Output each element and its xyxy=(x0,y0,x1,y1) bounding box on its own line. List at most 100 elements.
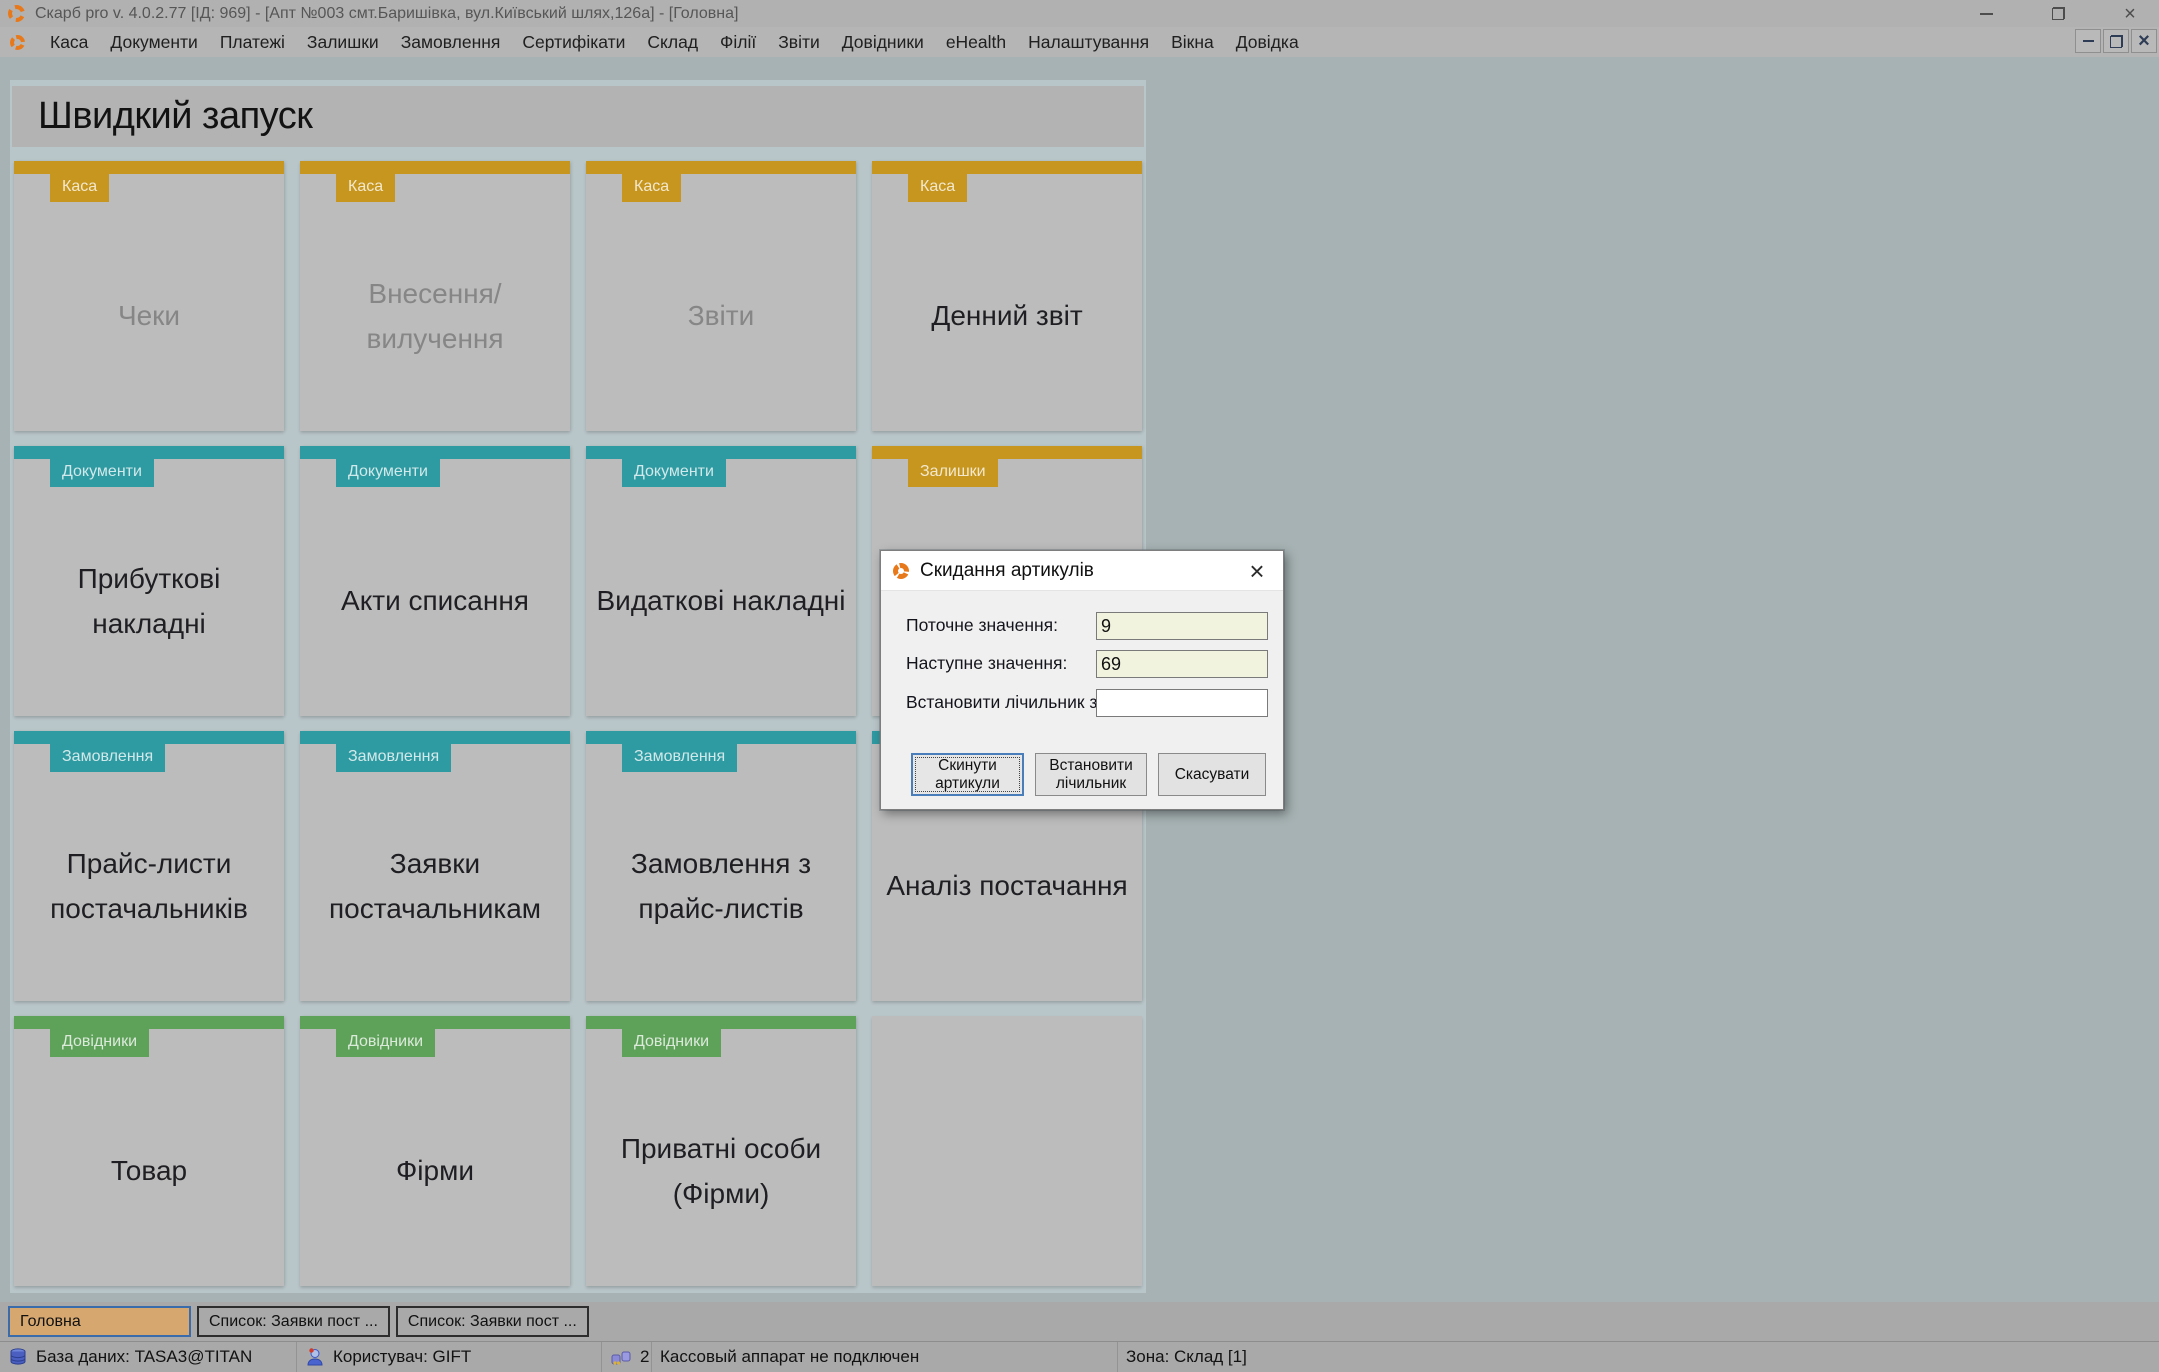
field-label: Поточне значення: xyxy=(906,615,1058,636)
menu-item[interactable]: Вікна xyxy=(1160,29,1225,56)
database-icon xyxy=(8,1347,28,1367)
menu-item[interactable]: Замовлення xyxy=(390,29,512,56)
tile[interactable]: КасаВнесення/вилучення xyxy=(300,161,570,431)
tile-category-bar xyxy=(14,1016,284,1029)
tab-home[interactable]: Головна xyxy=(8,1306,191,1337)
tile[interactable]: ДокументиВидаткові накладні xyxy=(586,446,856,716)
dialog-close-icon[interactable]: × xyxy=(1241,555,1273,587)
tile-category-tag: Каса xyxy=(908,174,967,202)
page-title: Швидкий запуск xyxy=(38,95,312,138)
tile-category-tag: Документи xyxy=(622,459,726,487)
tab-document-list[interactable]: Список: Заявки пост ... xyxy=(197,1306,390,1337)
tile-category-bar xyxy=(586,1016,856,1029)
tile-category-bar xyxy=(586,161,856,174)
menu-item[interactable]: Звіти xyxy=(767,29,831,56)
minimize-icon[interactable] xyxy=(1972,3,2000,25)
menu-item[interactable]: Довідка xyxy=(1225,29,1310,56)
cancel-button[interactable]: Скасувати xyxy=(1158,753,1266,796)
counter-input-field[interactable] xyxy=(1096,689,1268,717)
dialog-field-row: Встановити лічильник з: xyxy=(881,689,1283,717)
tile-label: Видаткові накладні xyxy=(586,487,856,716)
tile[interactable]: ДокументиПрибуткові накладні xyxy=(14,446,284,716)
tile-label: Фірми xyxy=(300,1057,570,1286)
set-counter-button[interactable]: Встановити лічильник xyxy=(1035,753,1147,796)
tile[interactable]: КасаЗвіти xyxy=(586,161,856,431)
menu: КасаДокументиПлатежіЗалишкиЗамовленняСер… xyxy=(39,29,1310,56)
tile-category-tag: Документи xyxy=(50,459,154,487)
tile-category-bar xyxy=(586,446,856,459)
menu-item[interactable]: Платежі xyxy=(209,29,296,56)
mdi-restore-icon[interactable] xyxy=(2103,29,2129,53)
tile-category-bar xyxy=(872,446,1142,459)
tile-category-bar xyxy=(300,161,570,174)
tile-category-tag: Довідники xyxy=(622,1029,721,1057)
statusbar: База даних: TASA3@TITAN Користувач: GIFT 2… xyxy=(0,1341,2159,1372)
tile[interactable]: ЗамовленняЗаявки постачальникам xyxy=(300,731,570,1001)
dialog-buttons: Скинути артикули Встановити лічильник Скас… xyxy=(911,753,1266,796)
app-logo-icon xyxy=(8,5,25,22)
menu-item[interactable]: Склад xyxy=(636,29,709,56)
tile-category-bar xyxy=(14,731,284,744)
tile[interactable]: КасаЧеки xyxy=(14,161,284,431)
menu-item[interactable]: eHealth xyxy=(935,29,1017,56)
user-icon xyxy=(305,1347,325,1367)
status-text: Кассовый аппарат не подключен xyxy=(660,1347,919,1367)
mdi-close-icon[interactable]: × xyxy=(2131,29,2157,53)
menu-item[interactable]: Довідники xyxy=(831,29,935,56)
tile[interactable]: ДовідникиПриватні особи (Фірми) xyxy=(586,1016,856,1286)
readonly-value-field[interactable] xyxy=(1096,650,1268,678)
app-logo-icon xyxy=(893,563,909,579)
status-text: 2 xyxy=(640,1347,649,1367)
close-icon[interactable]: × xyxy=(2116,3,2144,25)
tile-category-tag: Довідники xyxy=(50,1029,149,1057)
tile-category-tag: Документи xyxy=(336,459,440,487)
menu-item[interactable]: Філії xyxy=(709,29,767,56)
tile-category-tag: Каса xyxy=(336,174,395,202)
menu-item[interactable]: Сертифікати xyxy=(511,29,636,56)
tile-label: Чеки xyxy=(14,202,284,431)
tile[interactable]: КасаДенний звіт xyxy=(872,161,1142,431)
tile[interactable]: ЗамовленняЗамовлення з прайс-листів xyxy=(586,731,856,1001)
tile-category-bar xyxy=(14,161,284,174)
tile[interactable]: ДовідникиФірми xyxy=(300,1016,570,1286)
tile-label: Товар xyxy=(14,1057,284,1286)
reset-articles-button[interactable]: Скинути артикули xyxy=(911,753,1024,796)
tab-document-list[interactable]: Список: Заявки пост ... xyxy=(396,1306,589,1337)
status-zone: Зона: Склад [1] xyxy=(1118,1342,2159,1372)
tile-label: Акти списання xyxy=(300,487,570,716)
field-label: Встановити лічильник з: xyxy=(906,692,1102,713)
tile[interactable] xyxy=(872,1016,1142,1286)
app-logo-icon xyxy=(10,35,25,50)
status-database: База даних: TASA3@TITAN xyxy=(0,1342,297,1372)
window-title: Скарб pro v. 4.0.2.77 [ІД: 969] - [Апт №… xyxy=(35,5,738,23)
menu-item[interactable]: Залишки xyxy=(296,29,390,56)
tile-label: Внесення/вилучення xyxy=(300,202,570,431)
mdi-minimize-icon[interactable] xyxy=(2075,29,2101,53)
tile-label: Звіти xyxy=(586,202,856,431)
quick-launch-header: Швидкий запуск xyxy=(12,86,1144,147)
menu-item[interactable]: Налаштування xyxy=(1017,29,1160,56)
field-label: Наступне значення: xyxy=(906,653,1067,674)
tile-label: Приватні особи (Фірми) xyxy=(586,1057,856,1286)
readonly-value-field[interactable] xyxy=(1096,612,1268,640)
tile-category-tag: Каса xyxy=(50,174,109,202)
tile-label: Денний звіт xyxy=(872,202,1142,431)
window-controls: × xyxy=(1972,0,2144,27)
reset-articles-dialog: Скидання артикулів × Поточне значення: На… xyxy=(880,550,1284,810)
status-text: Користувач: GIFT xyxy=(333,1347,471,1367)
dialog-field-row: Наступне значення: xyxy=(881,650,1283,678)
tile-category-tag: Каса xyxy=(622,174,681,202)
restore-icon[interactable] xyxy=(2044,3,2072,25)
titlebar: Скарб pro v. 4.0.2.77 [ІД: 969] - [Апт №… xyxy=(0,0,2159,27)
menu-item[interactable]: Документи xyxy=(99,29,208,56)
status-text: База даних: TASA3@TITAN xyxy=(36,1347,252,1367)
status-user: Користувач: GIFT xyxy=(297,1342,602,1372)
tile[interactable]: ДокументиАкти списання xyxy=(300,446,570,716)
tile-label xyxy=(872,1016,1142,1286)
tile[interactable]: ЗамовленняПрайс-листи постачальників xyxy=(14,731,284,1001)
status-text: Зона: Склад [1] xyxy=(1126,1347,1247,1367)
tile-category-tag: Замовлення xyxy=(622,744,737,772)
menu-item[interactable]: Каса xyxy=(39,29,99,56)
dialog-titlebar[interactable]: Скидання артикулів xyxy=(881,551,1283,591)
tile[interactable]: ДовідникиТовар xyxy=(14,1016,284,1286)
